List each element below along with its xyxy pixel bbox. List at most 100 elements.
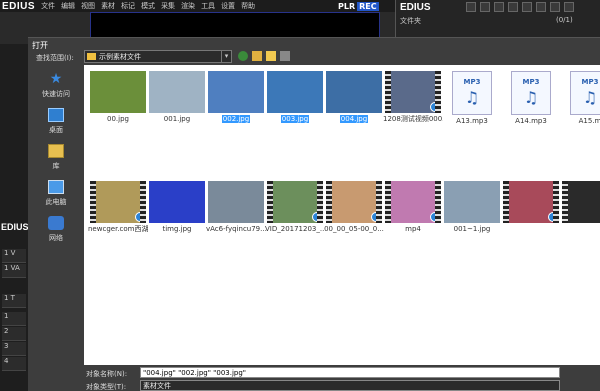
file-name: A13.mp3	[442, 117, 502, 126]
filename-label: 对象名称(N):	[86, 370, 128, 378]
place-label: 网络	[49, 234, 63, 242]
bin-panel: EDIUS 文件夹 (0/1)	[395, 0, 600, 40]
track-header[interactable]: 1 VA	[2, 264, 26, 278]
place-label: 桌面	[49, 126, 63, 134]
plr-rec-toggle[interactable]: PLR REC	[338, 0, 379, 12]
file-tile[interactable]	[560, 181, 600, 225]
lookin-dropdown[interactable]: 示例素材文件 ▾	[84, 50, 232, 63]
file-tile[interactable]: 001.jpg	[147, 71, 207, 124]
mp3-file-icon: MP3 ♫	[511, 71, 551, 115]
track-header[interactable]: 4	[2, 357, 26, 371]
file-tile[interactable]: vAc6-fyqincu79...	[206, 181, 266, 234]
menu-clip[interactable]: 素材	[101, 1, 115, 11]
track-header[interactable]: 2	[2, 327, 26, 341]
place-label: 库	[52, 162, 60, 170]
star-icon: ★	[49, 71, 63, 87]
track-header[interactable]: 1 T	[2, 294, 26, 308]
menu-tools[interactable]: 工具	[201, 1, 215, 11]
file-name-text: newcger.com西湖2.mov	[88, 225, 148, 233]
file-tile[interactable]: 001~1.jpg	[442, 181, 502, 234]
timeline-brand: EDIUS	[1, 222, 29, 232]
media-player-icon	[371, 212, 381, 222]
file-tile[interactable]: 00.jpg	[88, 71, 148, 124]
delete-icon[interactable]	[564, 2, 574, 12]
image-thumbnail	[90, 71, 146, 113]
track-header[interactable]: 1 V	[2, 249, 26, 263]
file-name-text: 001.jpg	[163, 115, 191, 123]
library-icon	[48, 144, 64, 158]
file-tile[interactable]: 002.jpg	[206, 71, 266, 124]
plr-label[interactable]: PLR	[338, 2, 355, 11]
place-desktop[interactable]: 桌面	[34, 108, 78, 135]
cut-icon[interactable]	[522, 2, 532, 12]
file-name-text: A15.m	[578, 117, 600, 125]
image-thumbnail	[267, 71, 323, 113]
file-tile[interactable]: newcger.com西湖2.mov	[88, 181, 148, 234]
image-thumbnail	[208, 181, 264, 223]
lookin-label: 查找范围(I):	[36, 54, 74, 62]
menu-render[interactable]: 渲染	[181, 1, 195, 11]
file-tile[interactable]: VID_20171203_...	[265, 181, 325, 234]
file-tile[interactable]: mp4	[383, 181, 443, 234]
menu-help[interactable]: 帮助	[241, 1, 255, 11]
file-name-text: mp4	[405, 225, 421, 233]
file-tile[interactable]: 1208测试视频000.avi	[383, 71, 443, 124]
file-name: 001~1.jpg	[442, 225, 502, 234]
place-network[interactable]: 网络	[34, 216, 78, 243]
track-header[interactable]: 1	[2, 312, 26, 326]
file-tile[interactable]: timg.jpg	[147, 181, 207, 234]
lookin-value: 示例素材文件	[99, 52, 141, 61]
media-player-icon	[312, 212, 322, 222]
video-thumbnail	[562, 181, 600, 223]
file-name-text: 00_00_05-00_0...	[324, 225, 384, 233]
filetype-select[interactable]: 素材文件	[140, 380, 560, 391]
copy-icon[interactable]	[536, 2, 546, 12]
video-thumbnail	[503, 181, 559, 223]
place-quick-access[interactable]: ★ 快速访问	[34, 72, 78, 99]
up-folder-icon[interactable]	[252, 51, 262, 61]
menu-edit[interactable]: 编辑	[61, 1, 75, 11]
file-name-text: A14.mp3	[515, 117, 547, 125]
rec-label[interactable]: REC	[357, 1, 379, 11]
file-tile[interactable]: 00_00_05-00_0...	[324, 181, 384, 234]
image-thumbnail	[326, 71, 382, 113]
menu-view[interactable]: 视图	[81, 1, 95, 11]
paste-icon[interactable]	[550, 2, 560, 12]
file-name-text: vAc6-fyqincu79...	[206, 225, 266, 233]
video-thumbnail	[267, 181, 323, 223]
file-tile[interactable]: MP3 ♫ A15.m	[560, 71, 600, 126]
place-this-pc[interactable]: 此电脑	[34, 180, 78, 207]
file-name-text: 00.jpg	[107, 115, 129, 123]
app-brand: EDIUS	[2, 0, 36, 12]
menu-file[interactable]: 文件	[41, 1, 55, 11]
file-name-text: timg.jpg	[162, 225, 192, 233]
file-tile[interactable]: MP3 ♫ A13.mp3	[442, 71, 502, 126]
view-menu-icon[interactable]	[280, 51, 290, 61]
menu-mode[interactable]: 模式	[141, 1, 155, 11]
file-tile[interactable]: 003.jpg	[265, 71, 325, 124]
file-tile[interactable]: MP3 ♫ A14.mp3	[501, 71, 561, 126]
search-icon[interactable]	[480, 2, 490, 12]
network-icon	[48, 216, 64, 230]
new-folder-icon[interactable]	[266, 51, 276, 61]
media-player-icon	[548, 212, 558, 222]
folder-icon[interactable]	[466, 2, 476, 12]
place-library[interactable]: 库	[34, 144, 78, 171]
back-icon[interactable]	[238, 51, 248, 61]
video-thumbnail	[385, 71, 441, 113]
video-thumbnail	[326, 181, 382, 223]
menu-settings[interactable]: 设置	[221, 1, 235, 11]
file-list-view[interactable]: 00.jpg 001.jpg 002.jpg 003.jpg 004.jpg 1208测试…	[84, 65, 600, 365]
menu-marker[interactable]: 标记	[121, 1, 135, 11]
up-icon[interactable]	[494, 2, 504, 12]
chevron-down-icon[interactable]: ▾	[221, 51, 231, 62]
track-header[interactable]: 3	[2, 342, 26, 356]
file-tile[interactable]	[501, 181, 561, 225]
file-tile[interactable]: 004.jpg	[324, 71, 384, 124]
filename-input[interactable]: "004.jpg" "002.jpg" "003.jpg"	[140, 367, 560, 378]
add-icon[interactable]	[508, 2, 518, 12]
file-name-text: 1208测试视频000.avi	[383, 115, 443, 123]
file-name: vAc6-fyqincu79...	[206, 225, 266, 234]
file-name: 004.jpg	[324, 115, 384, 124]
menu-capture[interactable]: 采集	[161, 1, 175, 11]
